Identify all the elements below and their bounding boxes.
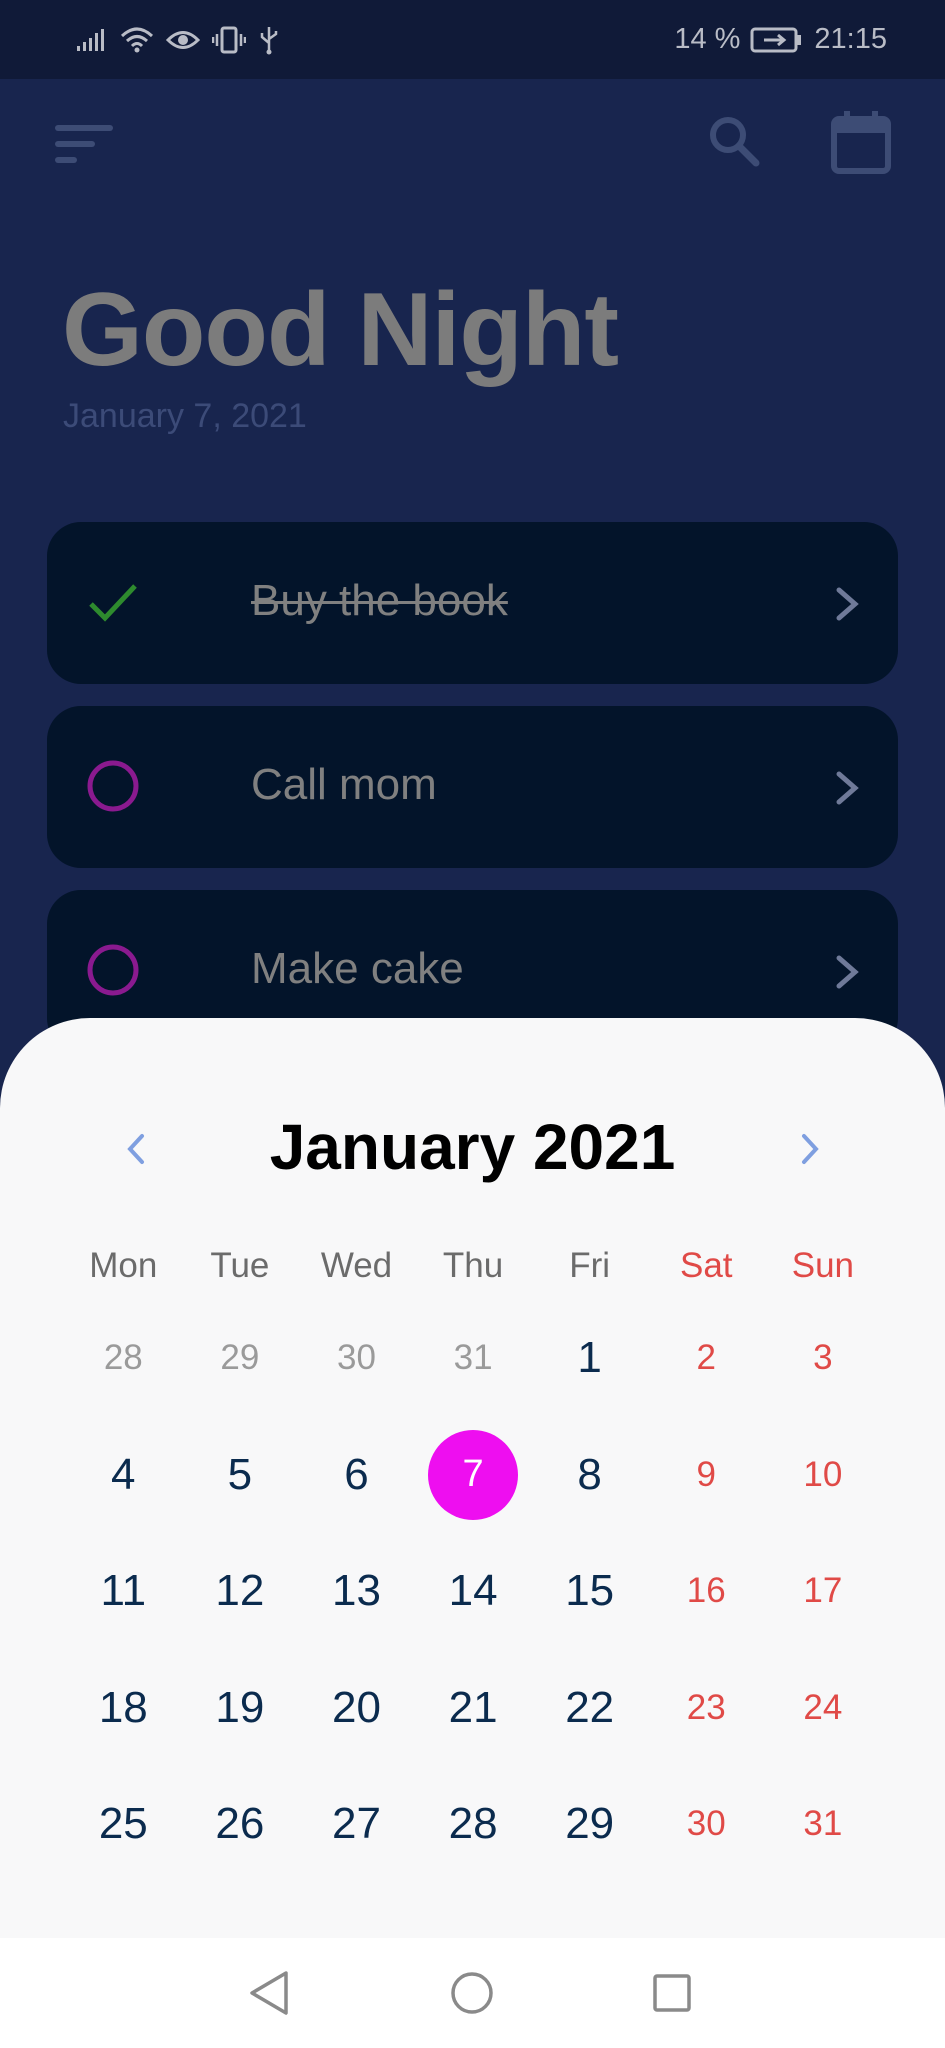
- back-icon[interactable]: [246, 1968, 292, 2018]
- day-cell[interactable]: 29: [182, 1300, 299, 1417]
- day-cell[interactable]: 17: [765, 1533, 882, 1650]
- day-cell[interactable]: 22: [531, 1650, 648, 1767]
- task-item[interactable]: Buy the book: [47, 522, 898, 684]
- day-cell[interactable]: 23: [648, 1650, 765, 1767]
- day-cell[interactable]: 14: [415, 1533, 532, 1650]
- chevron-right-icon[interactable]: [829, 768, 865, 808]
- day-cell[interactable]: 1: [531, 1300, 648, 1417]
- day-cell[interactable]: 13: [298, 1533, 415, 1650]
- day-cell[interactable]: 31: [765, 1766, 882, 1883]
- weekday-label: Wed: [320, 1246, 393, 1285]
- day-cell[interactable]: 27: [298, 1766, 415, 1883]
- weekday-label: Sat: [679, 1246, 733, 1285]
- days-grid: 28 29 30 31 1 2 3 4 5 6 7 8 9 10 11 12 1…: [65, 1300, 881, 1883]
- day-cell[interactable]: 3: [765, 1300, 882, 1417]
- chevron-right-icon[interactable]: [784, 1124, 834, 1174]
- day-cell[interactable]: 8: [531, 1417, 648, 1534]
- day-cell[interactable]: 9: [648, 1417, 765, 1534]
- check-icon[interactable]: [85, 574, 141, 630]
- day-cell[interactable]: 10: [765, 1417, 882, 1534]
- task-item[interactable]: Call mom: [47, 706, 898, 868]
- day-cell[interactable]: 5: [182, 1417, 299, 1534]
- task-label: Make cake: [251, 944, 464, 993]
- menu-icon[interactable]: [55, 121, 115, 167]
- signal-icon: [76, 28, 108, 52]
- circle-unchecked-icon[interactable]: [85, 758, 141, 814]
- status-bar: 14 % 21:15: [0, 0, 945, 79]
- day-cell[interactable]: 6: [298, 1417, 415, 1534]
- status-icons-right: 14 % 21:15: [674, 23, 887, 56]
- day-cell[interactable]: 28: [65, 1300, 182, 1417]
- task-label: Call mom: [251, 760, 437, 809]
- wifi-icon: [120, 26, 154, 54]
- battery-charging-icon: [750, 26, 804, 54]
- circle-unchecked-icon[interactable]: [85, 942, 141, 998]
- home-icon[interactable]: [450, 1971, 494, 2015]
- top-toolbar: [0, 79, 945, 209]
- weekday-label: Tue: [210, 1246, 270, 1285]
- greeting-title: Good Night: [62, 272, 619, 388]
- status-icons-left: [76, 25, 280, 55]
- current-date: January 7, 2021: [63, 397, 307, 435]
- day-cell[interactable]: 19: [182, 1650, 299, 1767]
- day-cell[interactable]: 30: [648, 1766, 765, 1883]
- day-cell[interactable]: 30: [298, 1300, 415, 1417]
- weekday-label: Thu: [442, 1246, 504, 1285]
- day-cell[interactable]: 31: [415, 1300, 532, 1417]
- system-nav-bar: [0, 1938, 945, 2048]
- day-cell[interactable]: 20: [298, 1650, 415, 1767]
- day-cell[interactable]: 12: [182, 1533, 299, 1650]
- usb-icon: [258, 25, 280, 55]
- recent-apps-icon[interactable]: [652, 1973, 692, 2013]
- day-cell[interactable]: 24: [765, 1650, 882, 1767]
- weekday-label: Mon: [89, 1246, 158, 1285]
- day-cell[interactable]: 2: [648, 1300, 765, 1417]
- task-label: Buy the book: [251, 576, 508, 625]
- day-cell[interactable]: 15: [531, 1533, 648, 1650]
- vibrate-icon: [212, 26, 246, 54]
- day-cell[interactable]: 4: [65, 1417, 182, 1534]
- selected-day-marker[interactable]: 7: [428, 1429, 519, 1520]
- weekday-label: Sun: [791, 1246, 854, 1285]
- calendar-icon[interactable]: [830, 109, 892, 175]
- weekday-header: Mon Tue Wed Thu Fri Sat Sun: [65, 1246, 881, 1306]
- day-cell-selected[interactable]: 7: [415, 1417, 532, 1534]
- calendar-header: January 2021: [0, 1106, 945, 1188]
- day-cell[interactable]: 29: [531, 1766, 648, 1883]
- day-cell[interactable]: 11: [65, 1533, 182, 1650]
- calendar-sheet: January 2021 Mon Tue Wed Thu Fri Sat Sun…: [0, 1018, 945, 2048]
- day-cell[interactable]: 21: [415, 1650, 532, 1767]
- day-cell[interactable]: 18: [65, 1650, 182, 1767]
- battery-percent: 14 %: [674, 23, 741, 55]
- search-icon[interactable]: [706, 113, 762, 169]
- weekday-label: Fri: [569, 1246, 611, 1285]
- day-cell[interactable]: 28: [415, 1766, 532, 1883]
- chevron-right-icon[interactable]: [829, 952, 865, 992]
- chevron-right-icon[interactable]: [829, 584, 865, 624]
- day-cell[interactable]: 16: [648, 1533, 765, 1650]
- eye-icon: [166, 27, 200, 53]
- clock: 21:15: [814, 23, 887, 55]
- day-cell[interactable]: 26: [182, 1766, 299, 1883]
- day-cell[interactable]: 25: [65, 1766, 182, 1883]
